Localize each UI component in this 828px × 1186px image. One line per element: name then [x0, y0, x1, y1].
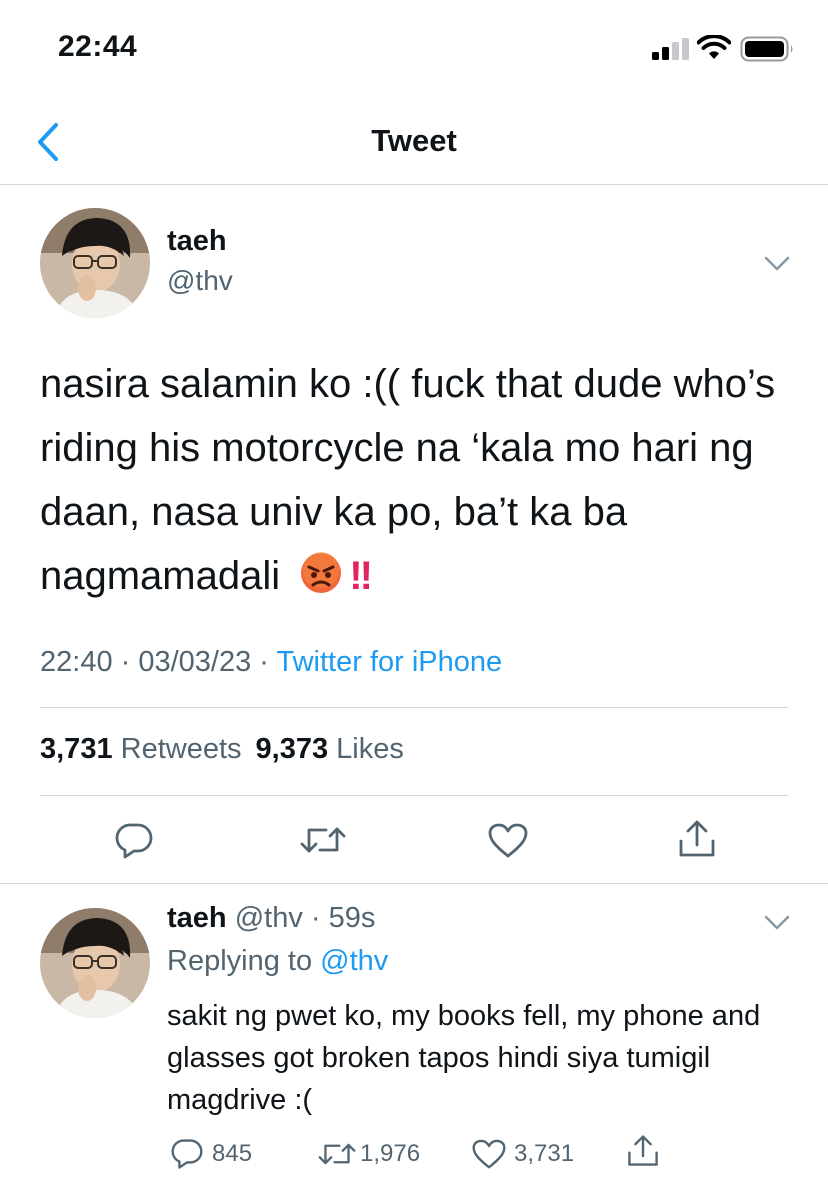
- tweet-source[interactable]: Twitter for iPhone: [276, 646, 502, 678]
- retweet-label: Retweets: [120, 733, 242, 765]
- retweet-icon: [318, 1143, 356, 1165]
- signal-icon: [652, 38, 689, 60]
- reply-like-count: 3,731: [514, 1140, 575, 1167]
- retweet-count: 3,731: [40, 733, 113, 765]
- share-icon[interactable]: [677, 819, 717, 859]
- author-handle[interactable]: @thv: [167, 265, 233, 297]
- double-exclamation-emoji: !!: [349, 554, 373, 598]
- author-name[interactable]: taeh: [167, 225, 227, 258]
- reply-action-like[interactable]: 3,731: [472, 1137, 574, 1171]
- chevron-down-icon[interactable]: [764, 915, 790, 931]
- like-stat[interactable]: 9,373 Likes: [256, 733, 404, 765]
- divider: [40, 707, 788, 708]
- chevron-down-icon[interactable]: [764, 256, 790, 272]
- reply-count: 845: [212, 1140, 253, 1167]
- like-count: 9,373: [255, 733, 329, 765]
- avatar[interactable]: [40, 208, 150, 318]
- replying-to: Replying to @thv: [167, 945, 388, 978]
- tweet-timestamp: 22:40 · 03/03/23 ·: [40, 646, 277, 678]
- reply-handle-time: @thv · 59s: [234, 902, 376, 934]
- wifi-icon: [697, 35, 731, 59]
- divider: [40, 795, 788, 796]
- reply-header: taeh @thv · 59s: [167, 902, 375, 935]
- like-label: Likes: [336, 733, 404, 765]
- reply-author-name[interactable]: taeh: [167, 902, 227, 934]
- reply-action-reply[interactable]: 845: [170, 1137, 252, 1171]
- reply-avatar[interactable]: [40, 908, 150, 1018]
- reply-text: sakit ng pwet ko, my books fell, my phon…: [167, 1000, 761, 1116]
- replying-mention[interactable]: @thv: [320, 945, 388, 977]
- replying-prefix: Replying to: [167, 945, 321, 977]
- battery-icon: [740, 36, 793, 62]
- like-icon: [472, 1139, 506, 1168]
- status-time: 22:44: [58, 30, 138, 63]
- reply-icon[interactable]: [114, 822, 154, 860]
- reply-action-retweet[interactable]: 1,976: [318, 1137, 420, 1171]
- share-icon: [628, 1135, 658, 1166]
- retweet-icon[interactable]: [300, 823, 346, 857]
- divider: [0, 883, 828, 884]
- angry-face-emoji: [299, 550, 343, 614]
- nav-bar: Tweet: [0, 96, 828, 185]
- tweet-meta: 22:40 · 03/03/23 · Twitter for iPhone: [40, 646, 502, 679]
- status-bar: 22:44: [0, 0, 828, 96]
- reply-action-share[interactable]: [626, 1134, 660, 1168]
- reply-retweet-count: 1,976: [360, 1140, 421, 1167]
- tweet-body: nasira salamin ko :(( fuck that dude who…: [40, 362, 776, 598]
- reply-icon: [171, 1139, 203, 1169]
- tweet-stats: 3,731 Retweets 9,373 Likes: [40, 733, 404, 766]
- page-title: Tweet: [371, 123, 457, 158]
- like-icon[interactable]: [488, 823, 528, 859]
- retweet-stat[interactable]: 3,731 Retweets: [40, 733, 242, 765]
- tweet-text: nasira salamin ko :(( fuck that dude who…: [40, 352, 800, 614]
